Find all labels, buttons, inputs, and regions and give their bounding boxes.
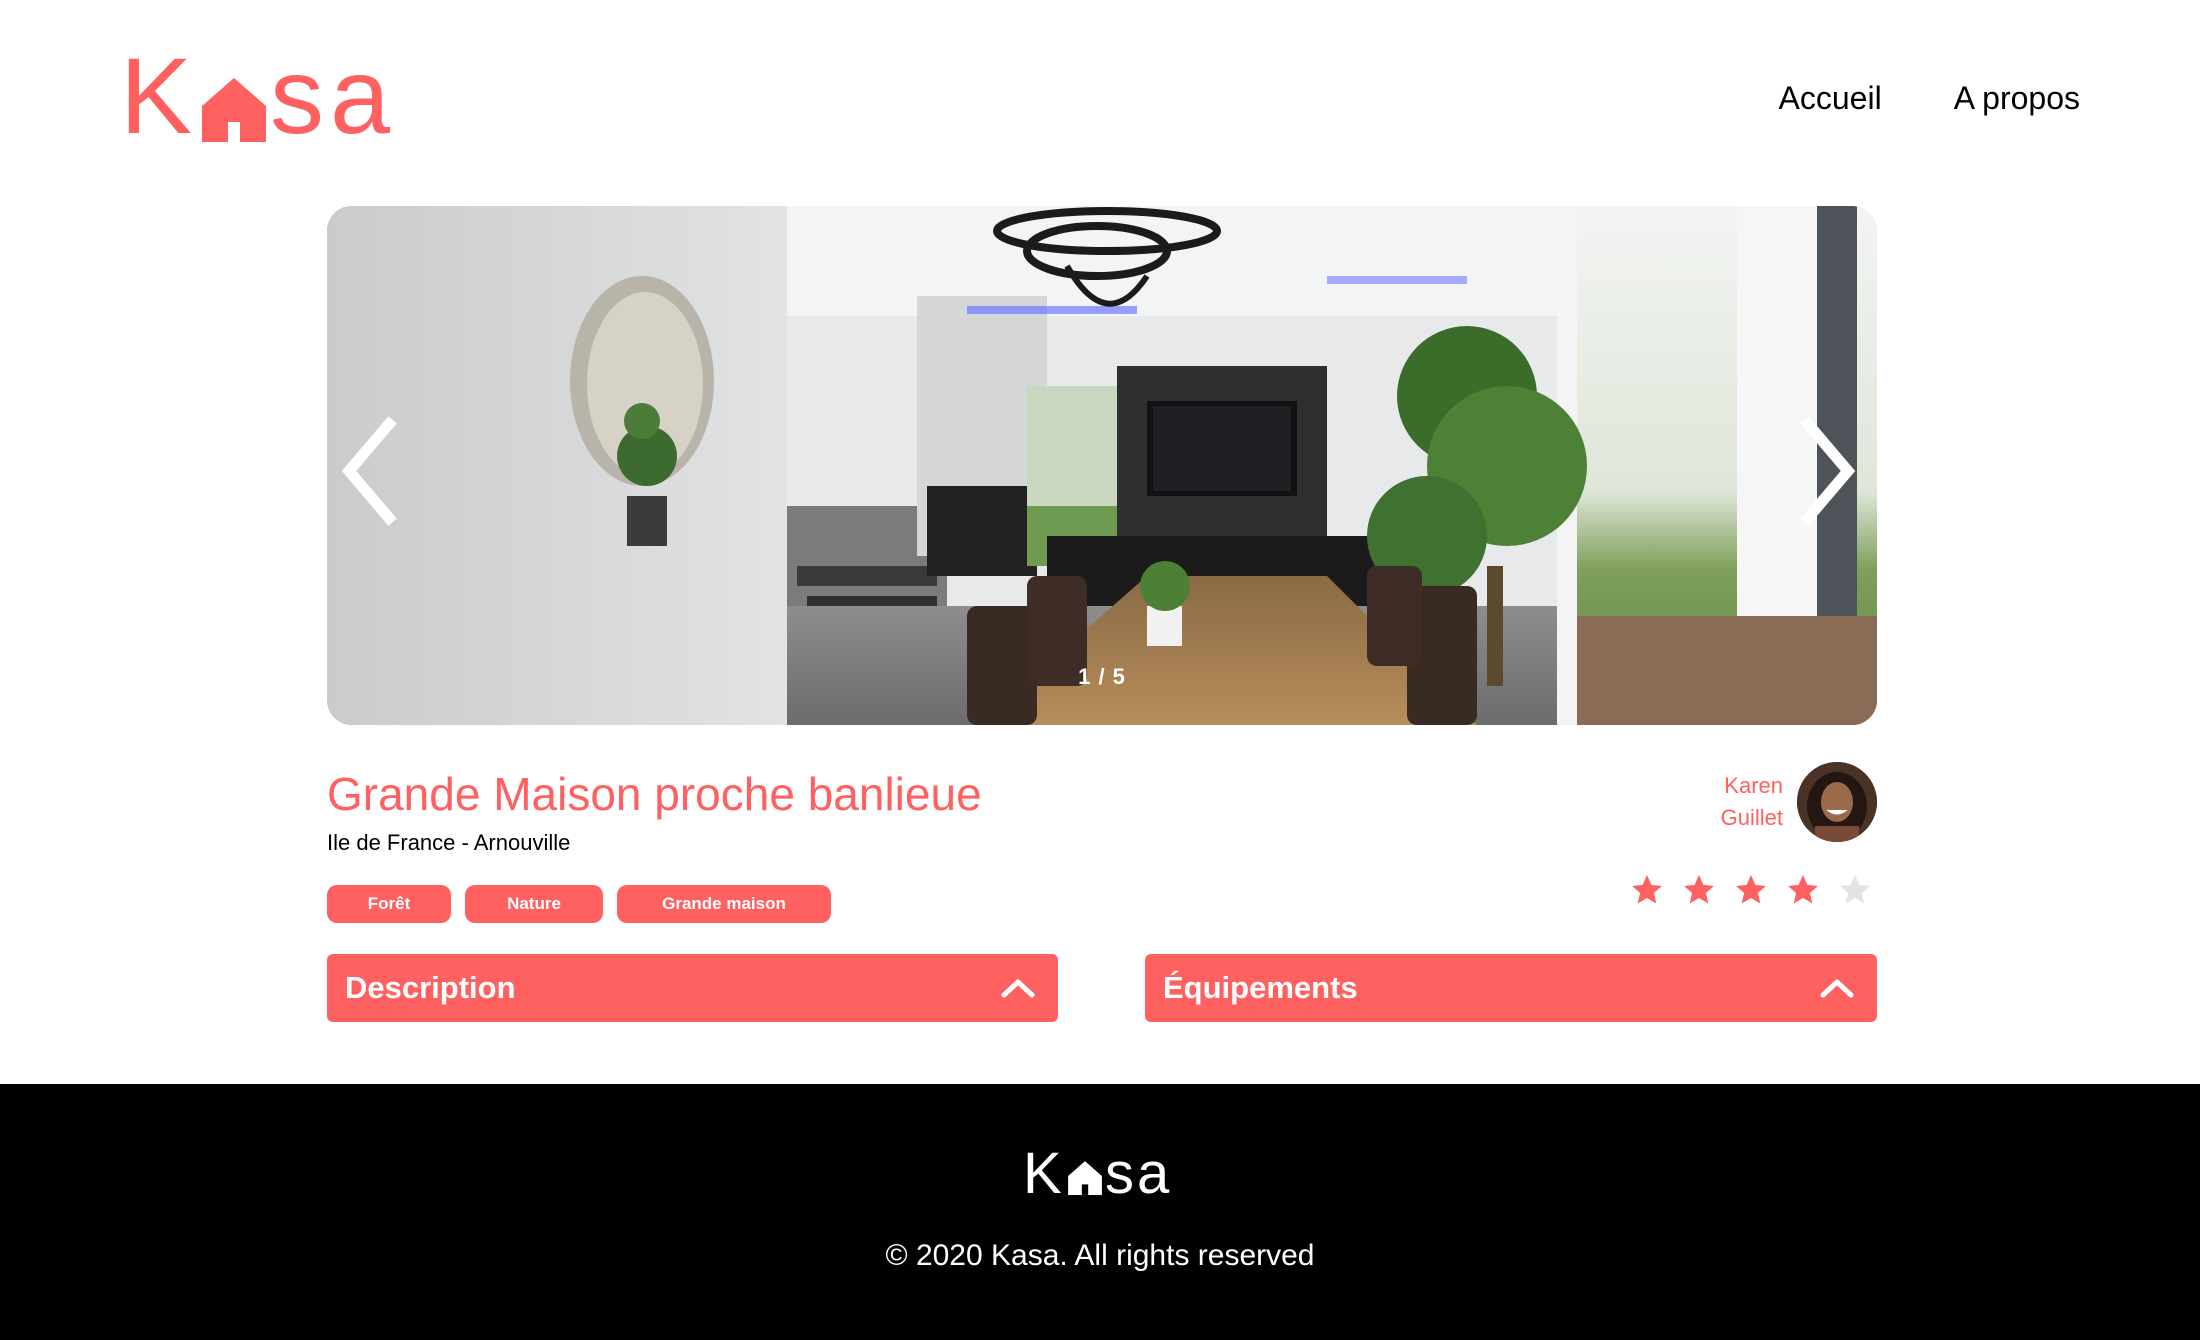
collapse-description[interactable]: Description [327,954,1058,1022]
footer-logo-letter-k: K [1023,1141,1065,1206]
tag: Forêt [327,885,451,923]
star-icon [1788,875,1818,904]
footer: K sa © 2020 Kasa. All rights reserved [0,1084,2200,1340]
listing-title: Grande Maison proche banlieue [327,768,982,820]
collapse-title: Description [345,970,516,1005]
rating-stars [1629,872,1873,908]
header: K sa Accueil A propos [0,0,2200,200]
star-icon [1632,875,1662,904]
host-avatar [1797,762,1877,842]
collapse-title: Équipements [1163,970,1358,1005]
copyright-text: © 2020 Kasa. All rights reserved [885,1239,1315,1272]
image-carousel: 1 / 5 [327,206,1877,725]
kasa-logo[interactable]: K sa [120,35,390,156]
host-info: Karen Guillet [1721,762,1877,842]
star-empty-icon [1840,875,1870,904]
tag: Nature [465,885,603,923]
footer-logo-letters-sa: sa [1105,1141,1173,1206]
chevron-up-icon[interactable] [1819,977,1855,999]
tag: Grande maison [617,885,831,923]
logo-letter-k: K [120,35,199,156]
nav-link-a-propos[interactable]: A propos [1954,78,2080,118]
nav-link-accueil[interactable]: Accueil [1779,78,1882,118]
star-icon [1736,875,1766,904]
star-icon [1684,875,1714,904]
collapse-equipements[interactable]: Équipements [1145,954,1877,1022]
carousel-photo [327,206,1877,725]
carousel-next-arrow-icon[interactable] [1790,406,1870,536]
house-icon [202,78,266,142]
house-icon [1068,1161,1102,1195]
tag-list: Forêt Nature Grande maison [327,885,831,923]
host-name: Karen Guillet [1721,770,1783,834]
host-first-name: Karen [1724,773,1783,798]
footer-kasa-logo: K sa [1023,1144,1183,1204]
listing-location: Ile de France - Arnouville [327,830,571,855]
logo-letters-sa: sa [270,35,397,156]
host-last-name: Guillet [1720,805,1783,830]
carousel-prev-arrow-icon[interactable] [327,406,407,536]
main-nav: Accueil A propos [1779,78,2080,118]
carousel-counter: 1 / 5 [1078,664,1126,689]
chevron-up-icon[interactable] [1000,977,1036,999]
